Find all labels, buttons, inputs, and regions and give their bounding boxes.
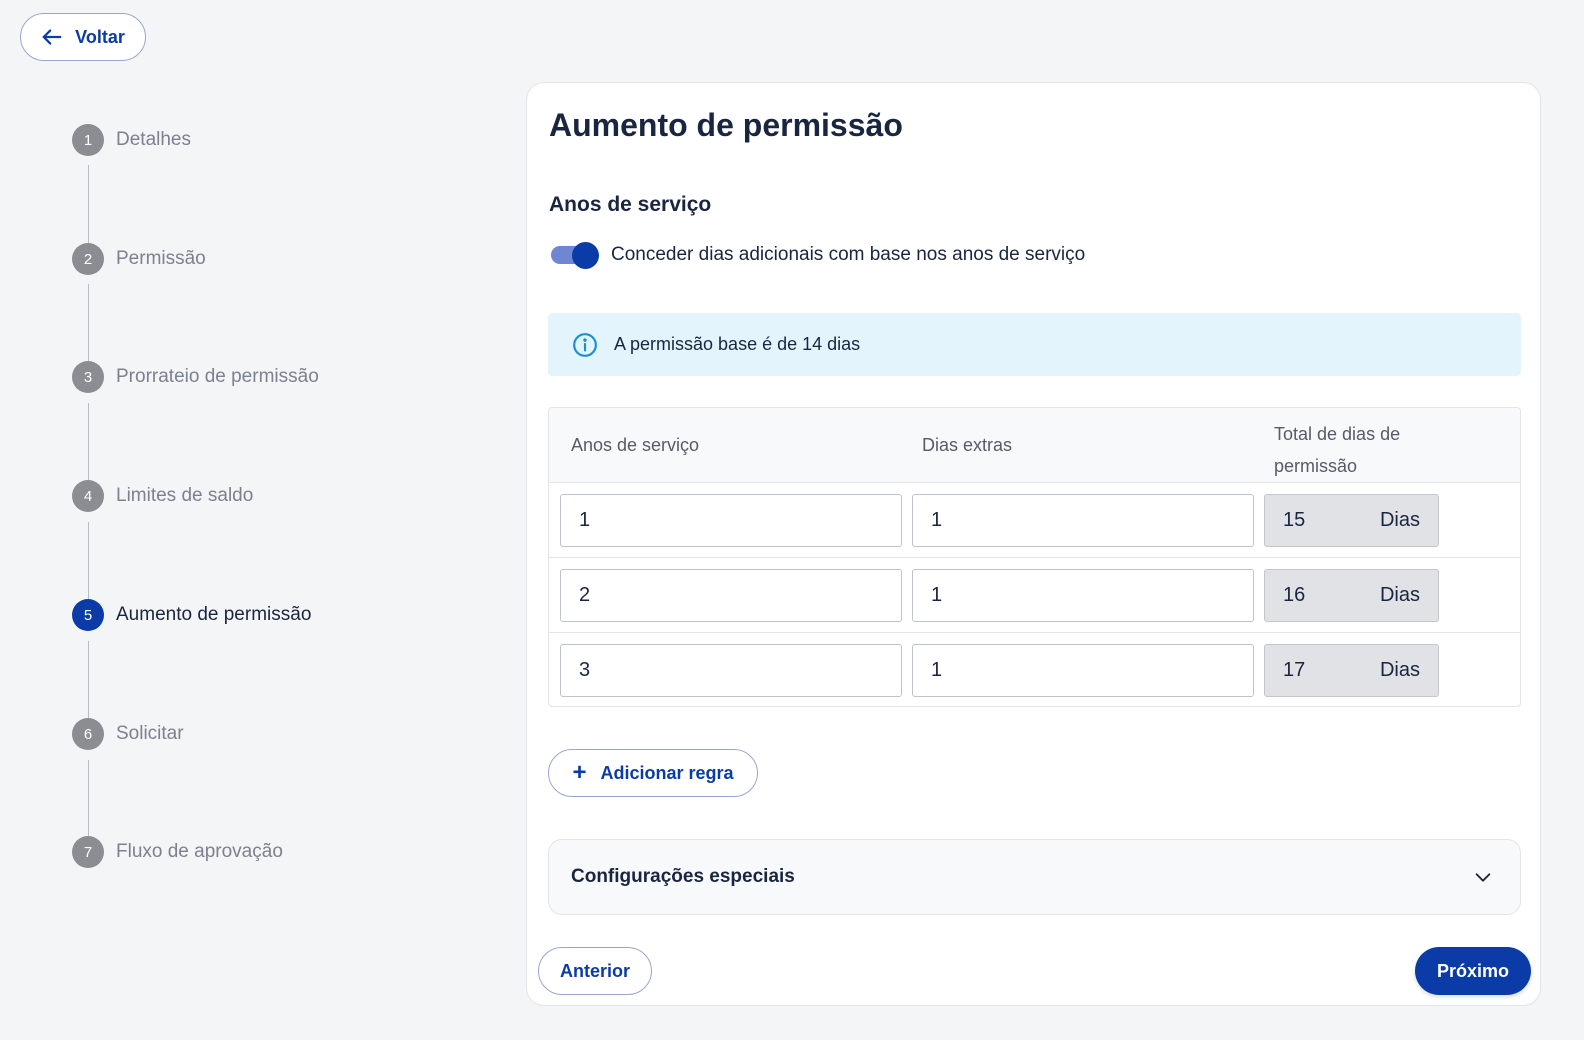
step-label: Fluxo de aprovação (116, 841, 283, 862)
step-connector (88, 641, 89, 727)
chevron-down-icon (1475, 873, 1491, 882)
previous-button-label: Anterior (559, 960, 630, 981)
step-connector (88, 760, 89, 846)
extra-days-input[interactable]: 1 (912, 494, 1254, 547)
service-years-table: Anos de serviço Dias extras Total de dia… (548, 407, 1521, 707)
special-settings-label: Configurações especiais (571, 866, 795, 887)
toggle-knob (572, 242, 599, 269)
years-of-service-toggle[interactable] (549, 241, 599, 269)
step-label: Permissão (116, 248, 206, 269)
plus-icon: + (572, 759, 587, 786)
special-settings-accordion[interactable]: Configurações especiais (548, 839, 1521, 915)
back-button-label: Voltar (75, 26, 125, 47)
step-label: Prorrateio de permissão (116, 366, 319, 387)
info-text: A permissão base é de 14 dias (614, 334, 861, 354)
years-input[interactable]: 1 (560, 494, 902, 547)
step-label: Detalhes (116, 129, 191, 150)
step-aumento-permissao[interactable]: 5 Aumento de permissão (72, 599, 311, 631)
step-label: Limites de saldo (116, 485, 254, 506)
step-number: 3 (72, 361, 104, 393)
total-days-field: 17 Dias (1264, 644, 1439, 697)
total-days-field: 15 Dias (1264, 494, 1439, 547)
years-input[interactable]: 3 (560, 644, 902, 697)
step-connector (88, 522, 89, 608)
table-row: 3 1 17 Dias (549, 633, 1520, 708)
step-connector (88, 284, 89, 370)
step-number: 4 (72, 480, 104, 512)
step-number: 1 (72, 124, 104, 156)
table-row: 1 1 15 Dias (549, 483, 1520, 558)
step-prorrateio[interactable]: 3 Prorrateio de permissão (72, 361, 319, 393)
table-header: Anos de serviço Dias extras Total de dia… (549, 408, 1520, 483)
total-days-unit: Dias (1379, 659, 1420, 681)
step-number: 7 (72, 836, 104, 868)
next-button-label: Próximo (1436, 960, 1510, 981)
total-days-value: 15 (1283, 509, 1306, 531)
page-title: Aumento de permissão (549, 107, 903, 143)
next-button[interactable]: Próximo (1415, 947, 1531, 995)
years-input[interactable]: 2 (560, 569, 902, 622)
total-days-unit: Dias (1379, 584, 1420, 606)
total-days-value: 16 (1283, 584, 1306, 606)
column-header-extra-days: Dias extras (922, 435, 1013, 455)
step-label: Aumento de permissão (116, 604, 312, 625)
column-header-total-days: Total de dias de permissão (1274, 424, 1401, 476)
step-permissao[interactable]: 2 Permissão (72, 243, 206, 275)
step-fluxo-aprovacao[interactable]: 7 Fluxo de aprovação (72, 836, 283, 868)
total-days-value: 17 (1283, 659, 1306, 681)
step-detalhes[interactable]: 1 Detalhes (72, 124, 191, 156)
step-number: 2 (72, 243, 104, 275)
back-button[interactable]: Voltar (20, 13, 146, 61)
step-label: Solicitar (116, 723, 184, 744)
table-row: 2 1 16 Dias (549, 558, 1520, 633)
main-card: Aumento de permissão Anos de serviço Con… (526, 82, 1541, 1006)
section-title: Anos de serviço (549, 193, 712, 216)
step-connector (88, 403, 89, 489)
add-rule-button[interactable]: + Adicionar regra (548, 749, 758, 797)
step-number: 5 (72, 599, 104, 631)
toggle-label: Conceder dias adicionais com base nos an… (611, 244, 1086, 265)
years-of-service-toggle-row: Conceder dias adicionais com base nos an… (549, 241, 1085, 269)
step-solicitar[interactable]: 6 Solicitar (72, 718, 184, 750)
arrow-left-icon (42, 29, 62, 45)
info-icon (573, 332, 597, 357)
step-number: 6 (72, 718, 104, 750)
total-days-field: 16 Dias (1264, 569, 1439, 622)
step-limites-saldo[interactable]: 4 Limites de saldo (72, 480, 253, 512)
column-header-years: Anos de serviço (571, 435, 700, 455)
previous-button[interactable]: Anterior (538, 947, 652, 995)
extra-days-input[interactable]: 1 (912, 644, 1254, 697)
total-days-unit: Dias (1379, 509, 1420, 531)
step-connector (88, 165, 89, 251)
add-rule-label: Adicionar regra (600, 762, 734, 783)
extra-days-input[interactable]: 1 (912, 569, 1254, 622)
info-banner: A permissão base é de 14 dias (548, 313, 1521, 376)
